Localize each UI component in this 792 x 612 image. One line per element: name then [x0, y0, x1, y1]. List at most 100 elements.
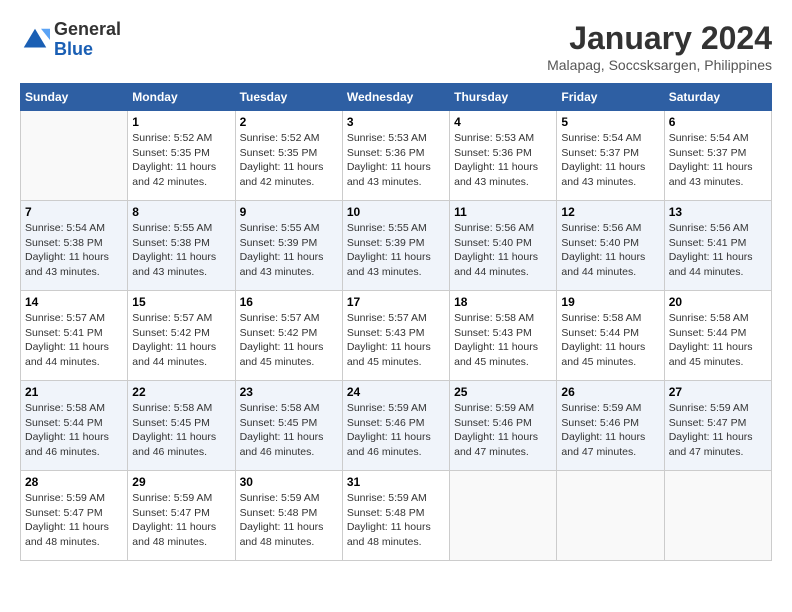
day-info: Sunrise: 5:55 AMSunset: 5:39 PMDaylight:… [347, 221, 445, 280]
day-info: Sunrise: 5:57 AMSunset: 5:42 PMDaylight:… [132, 311, 230, 370]
calendar-cell: 15 Sunrise: 5:57 AMSunset: 5:42 PMDayligh… [128, 291, 235, 381]
calendar-cell: 14 Sunrise: 5:57 AMSunset: 5:41 PMDayligh… [21, 291, 128, 381]
day-number: 5 [561, 115, 659, 129]
day-number: 14 [25, 295, 123, 309]
calendar-weekday-friday: Friday [557, 84, 664, 111]
logo-text: General Blue [54, 20, 121, 60]
day-number: 12 [561, 205, 659, 219]
day-info: Sunrise: 5:59 AMSunset: 5:47 PMDaylight:… [132, 491, 230, 550]
day-info: Sunrise: 5:53 AMSunset: 5:36 PMDaylight:… [454, 131, 552, 190]
calendar-week-row: 28Sunrise: 5:59 AMSunset: 5:47 PMDayligh… [21, 471, 772, 561]
day-info: Sunrise: 5:55 AMSunset: 5:38 PMDaylight:… [132, 221, 230, 280]
day-info: Sunrise: 5:57 AMSunset: 5:42 PMDaylight:… [240, 311, 338, 370]
day-info: Sunrise: 5:59 AMSunset: 5:48 PMDaylight:… [347, 491, 445, 550]
day-info: Sunrise: 5:54 AMSunset: 5:37 PMDaylight:… [669, 131, 767, 190]
calendar-week-row: 21 Sunrise: 5:58 AMSunset: 5:44 PMDayligh… [21, 381, 772, 471]
calendar-cell [557, 471, 664, 561]
calendar-cell: 28Sunrise: 5:59 AMSunset: 5:47 PMDayligh… [21, 471, 128, 561]
day-number: 27 [669, 385, 767, 399]
day-info: Sunrise: 5:58 AMSunset: 5:45 PMDaylight:… [132, 401, 230, 460]
day-info: Sunrise: 5:58 AMSunset: 5:44 PMDaylight:… [25, 401, 123, 460]
day-info: Sunrise: 5:56 AMSunset: 5:41 PMDaylight:… [669, 221, 767, 280]
day-info: Sunrise: 5:58 AMSunset: 5:44 PMDaylight:… [669, 311, 767, 370]
calendar-cell: 17Sunrise: 5:57 AMSunset: 5:43 PMDayligh… [342, 291, 449, 381]
day-number: 29 [132, 475, 230, 489]
calendar-cell: 3 Sunrise: 5:53 AMSunset: 5:36 PMDaylight… [342, 111, 449, 201]
day-info: Sunrise: 5:52 AMSunset: 5:35 PMDaylight:… [240, 131, 338, 190]
day-number: 21 [25, 385, 123, 399]
calendar-cell: 10Sunrise: 5:55 AMSunset: 5:39 PMDayligh… [342, 201, 449, 291]
day-info: Sunrise: 5:57 AMSunset: 5:43 PMDaylight:… [347, 311, 445, 370]
day-number: 6 [669, 115, 767, 129]
day-number: 7 [25, 205, 123, 219]
calendar-weekday-tuesday: Tuesday [235, 84, 342, 111]
day-number: 4 [454, 115, 552, 129]
calendar-cell: 19Sunrise: 5:58 AMSunset: 5:44 PMDayligh… [557, 291, 664, 381]
day-number: 2 [240, 115, 338, 129]
calendar-cell: 22 Sunrise: 5:58 AMSunset: 5:45 PMDayligh… [128, 381, 235, 471]
calendar-cell: 30 Sunrise: 5:59 AMSunset: 5:48 PMDayligh… [235, 471, 342, 561]
calendar-cell: 29 Sunrise: 5:59 AMSunset: 5:47 PMDayligh… [128, 471, 235, 561]
day-info: Sunrise: 5:56 AMSunset: 5:40 PMDaylight:… [561, 221, 659, 280]
logo-general: General [54, 20, 121, 40]
day-number: 3 [347, 115, 445, 129]
day-number: 31 [347, 475, 445, 489]
calendar-cell: 18Sunrise: 5:58 AMSunset: 5:43 PMDayligh… [450, 291, 557, 381]
day-number: 9 [240, 205, 338, 219]
day-number: 13 [669, 205, 767, 219]
day-info: Sunrise: 5:58 AMSunset: 5:44 PMDaylight:… [561, 311, 659, 370]
day-info: Sunrise: 5:54 AMSunset: 5:37 PMDaylight:… [561, 131, 659, 190]
day-number: 22 [132, 385, 230, 399]
day-number: 16 [240, 295, 338, 309]
calendar-cell: 31 Sunrise: 5:59 AMSunset: 5:48 PMDayligh… [342, 471, 449, 561]
day-info: Sunrise: 5:56 AMSunset: 5:40 PMDaylight:… [454, 221, 552, 280]
month-title: January 2024 [547, 20, 772, 57]
calendar-cell: 16 Sunrise: 5:57 AMSunset: 5:42 PMDayligh… [235, 291, 342, 381]
day-number: 25 [454, 385, 552, 399]
calendar-cell: 20 Sunrise: 5:58 AMSunset: 5:44 PMDayligh… [664, 291, 771, 381]
day-number: 24 [347, 385, 445, 399]
calendar-header-row: SundayMondayTuesdayWednesdayThursdayFrid… [21, 84, 772, 111]
calendar-weekday-wednesday: Wednesday [342, 84, 449, 111]
day-number: 8 [132, 205, 230, 219]
calendar-week-row: 7 Sunrise: 5:54 AMSunset: 5:38 PMDaylight… [21, 201, 772, 291]
calendar-week-row: 14 Sunrise: 5:57 AMSunset: 5:41 PMDayligh… [21, 291, 772, 381]
day-number: 26 [561, 385, 659, 399]
day-info: Sunrise: 5:59 AMSunset: 5:48 PMDaylight:… [240, 491, 338, 550]
day-number: 23 [240, 385, 338, 399]
day-info: Sunrise: 5:54 AMSunset: 5:38 PMDaylight:… [25, 221, 123, 280]
calendar-weekday-monday: Monday [128, 84, 235, 111]
calendar-cell: 27Sunrise: 5:59 AMSunset: 5:47 PMDayligh… [664, 381, 771, 471]
logo-icon [20, 25, 50, 55]
calendar-cell [664, 471, 771, 561]
calendar-cell: 11 Sunrise: 5:56 AMSunset: 5:40 PMDayligh… [450, 201, 557, 291]
logo-blue: Blue [54, 40, 121, 60]
calendar-weekday-thursday: Thursday [450, 84, 557, 111]
day-info: Sunrise: 5:59 AMSunset: 5:46 PMDaylight:… [347, 401, 445, 460]
page-header: General Blue January 2024 Malapag, Soccs… [20, 20, 772, 73]
calendar-cell: 24 Sunrise: 5:59 AMSunset: 5:46 PMDayligh… [342, 381, 449, 471]
day-number: 1 [132, 115, 230, 129]
logo: General Blue [20, 20, 121, 60]
day-info: Sunrise: 5:59 AMSunset: 5:46 PMDaylight:… [454, 401, 552, 460]
calendar-cell: 26Sunrise: 5:59 AMSunset: 5:46 PMDayligh… [557, 381, 664, 471]
day-number: 11 [454, 205, 552, 219]
calendar-cell: 9Sunrise: 5:55 AMSunset: 5:39 PMDaylight… [235, 201, 342, 291]
calendar-weekday-saturday: Saturday [664, 84, 771, 111]
day-number: 18 [454, 295, 552, 309]
calendar-cell: 23Sunrise: 5:58 AMSunset: 5:45 PMDayligh… [235, 381, 342, 471]
calendar-cell: 2 Sunrise: 5:52 AMSunset: 5:35 PMDaylight… [235, 111, 342, 201]
day-number: 30 [240, 475, 338, 489]
calendar-cell: 6 Sunrise: 5:54 AMSunset: 5:37 PMDaylight… [664, 111, 771, 201]
calendar-cell: 1Sunrise: 5:52 AMSunset: 5:35 PMDaylight… [128, 111, 235, 201]
calendar-cell: 4 Sunrise: 5:53 AMSunset: 5:36 PMDaylight… [450, 111, 557, 201]
calendar-cell [450, 471, 557, 561]
day-info: Sunrise: 5:53 AMSunset: 5:36 PMDaylight:… [347, 131, 445, 190]
calendar-cell: 5 Sunrise: 5:54 AMSunset: 5:37 PMDaylight… [557, 111, 664, 201]
location: Malapag, Soccsksargen, Philippines [547, 57, 772, 73]
day-number: 15 [132, 295, 230, 309]
day-number: 20 [669, 295, 767, 309]
calendar-cell: 13 Sunrise: 5:56 AMSunset: 5:41 PMDayligh… [664, 201, 771, 291]
calendar-cell: 25 Sunrise: 5:59 AMSunset: 5:46 PMDayligh… [450, 381, 557, 471]
day-info: Sunrise: 5:57 AMSunset: 5:41 PMDaylight:… [25, 311, 123, 370]
